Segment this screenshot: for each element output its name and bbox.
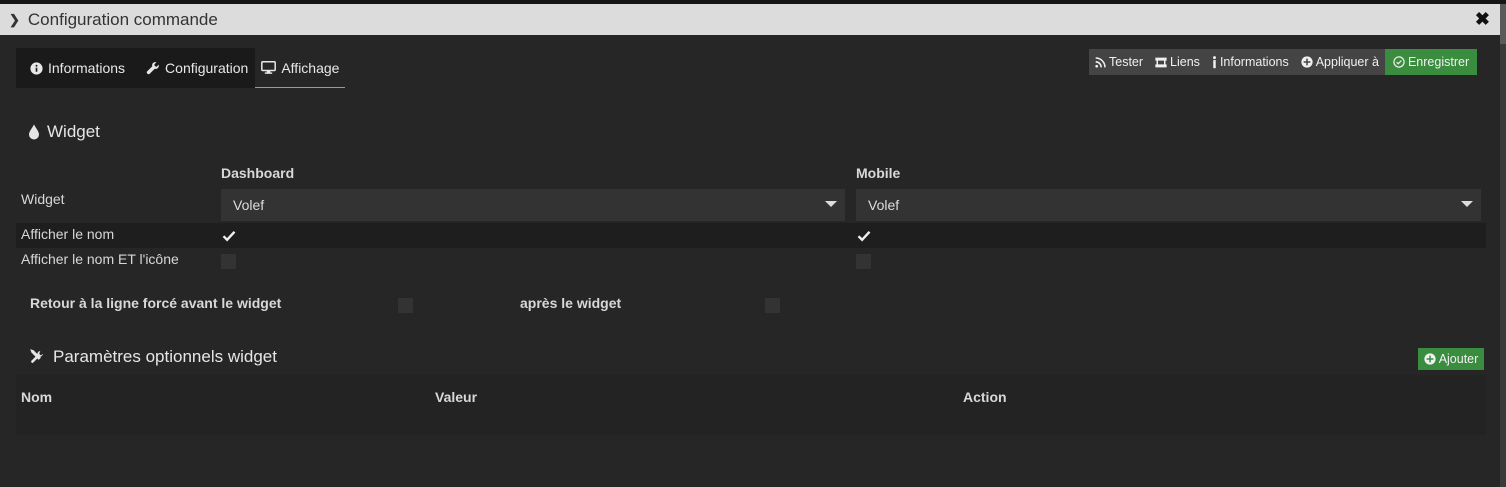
linebreak-after-checkbox[interactable]	[765, 298, 780, 313]
widget-title-text: Widget	[47, 122, 100, 141]
optional-params-title: Paramètres optionnels widget	[28, 347, 277, 367]
mobile-column-header: Mobile	[856, 165, 901, 181]
chevron-right-icon[interactable]: ❯	[9, 12, 20, 28]
dashboard-widget-value: Volef	[233, 197, 265, 213]
enregistrer-label: Enregistrer	[1407, 55, 1470, 69]
dashboard-widget-select[interactable]: Volef	[221, 189, 845, 221]
enregistrer-button[interactable]: Enregistrer	[1384, 49, 1478, 75]
params-table	[16, 375, 1486, 435]
dashboard-column-header: Dashboard	[221, 165, 295, 181]
liens-label: Liens	[1170, 55, 1200, 69]
show-name-dashboard-checkbox[interactable]	[221, 228, 236, 243]
plus-circle-icon	[1301, 56, 1313, 68]
linebreak-before-label: Retour à la ligne forcé avant le widget	[30, 295, 282, 311]
tab-informations[interactable]: Informations	[16, 48, 132, 88]
show-name-mobile-checkbox[interactable]	[856, 228, 871, 243]
rss-icon	[1095, 56, 1106, 68]
tab-configuration[interactable]: Configuration	[132, 48, 255, 88]
checkmark-icon	[857, 230, 870, 242]
col-action: Action	[963, 389, 1007, 405]
scrollbar-thumb[interactable]	[1500, 4, 1506, 44]
mobile-widget-select[interactable]: Volef	[856, 189, 1481, 221]
caret-down-icon	[825, 201, 837, 207]
modal-body: Informations Configuration Affichage Tes…	[0, 35, 1500, 487]
tester-label: Tester	[1109, 55, 1144, 69]
sitemap-icon	[1155, 57, 1167, 68]
tab-label: Configuration	[165, 60, 249, 76]
show-name-icon-dashboard-checkbox[interactable]	[221, 254, 236, 269]
optional-params-title-text: Paramètres optionnels widget	[53, 347, 277, 366]
widget-row-label: Widget	[21, 191, 65, 207]
show-name-row	[16, 223, 1486, 248]
add-param-label: Ajouter	[1438, 352, 1479, 366]
mobile-widget-value: Volef	[868, 197, 900, 213]
tester-button[interactable]: Tester	[1089, 49, 1150, 75]
show-name-icon-label: Afficher le nom ET l'icône	[21, 251, 179, 267]
modal-title: Configuration commande	[27, 9, 218, 29]
show-name-icon-mobile-checkbox[interactable]	[856, 254, 871, 269]
check-circle-icon	[1393, 56, 1405, 68]
tint-icon	[28, 124, 40, 140]
informations-button[interactable]: Informations	[1205, 49, 1295, 75]
info-icon	[1212, 55, 1217, 69]
linebreak-after-label: après le widget	[520, 295, 622, 311]
tab-affichage[interactable]: Affichage	[255, 48, 346, 88]
appliquer-button[interactable]: Appliquer à	[1294, 49, 1385, 75]
widget-section-title: Widget	[28, 122, 100, 142]
scrollbar[interactable]	[1500, 4, 1506, 487]
action-toolbar: Tester Liens Informations Appliquer à En…	[1089, 49, 1478, 75]
col-valeur: Valeur	[435, 389, 478, 405]
wrench-icon	[146, 61, 160, 75]
tab-bar: Informations Configuration Affichage	[16, 48, 346, 88]
caret-down-icon	[1461, 201, 1473, 207]
checkmark-icon	[222, 230, 235, 242]
info-circle-icon	[30, 61, 43, 75]
add-param-button[interactable]: Ajouter	[1418, 348, 1484, 370]
tab-label: Affichage	[281, 59, 340, 76]
close-icon[interactable]: ✖	[1475, 9, 1490, 30]
liens-button[interactable]: Liens	[1149, 49, 1206, 75]
informations-label: Informations	[1219, 55, 1289, 69]
show-name-label: Afficher le nom	[21, 226, 115, 242]
modal-titlebar: ❯ Configuration commande ✖	[0, 4, 1500, 35]
tools-icon	[28, 348, 46, 366]
linebreak-before-checkbox[interactable]	[398, 298, 413, 313]
plus-circle-icon	[1424, 353, 1436, 365]
col-nom: Nom	[21, 389, 53, 405]
appliquer-label: Appliquer à	[1315, 55, 1379, 69]
desktop-icon	[261, 61, 277, 74]
tab-label: Informations	[48, 60, 126, 76]
